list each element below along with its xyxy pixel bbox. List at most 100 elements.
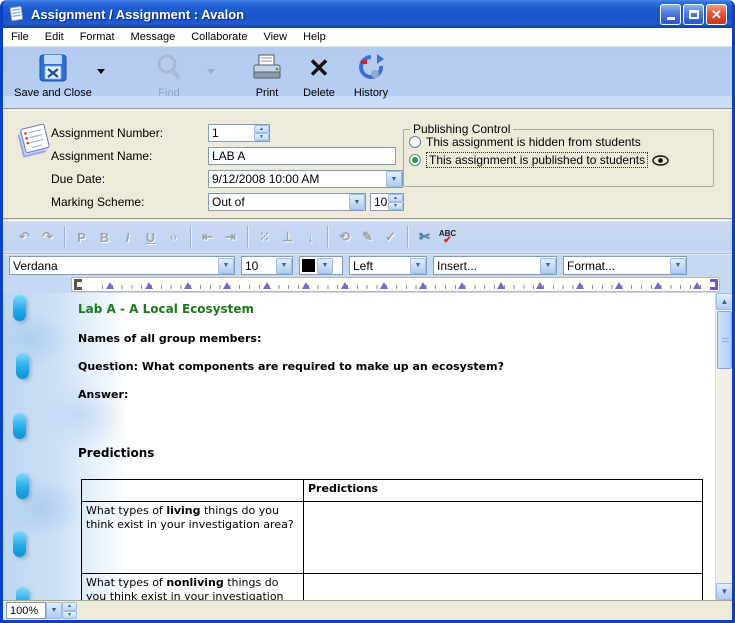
save-and-close-icon	[36, 51, 70, 85]
spellcheck-icon[interactable]: ABC	[436, 226, 459, 248]
marking-points-field[interactable]: 10 ▲▼	[370, 193, 404, 211]
vertical-scrollbar[interactable]: ▲ ▼	[715, 293, 732, 600]
font-size-combobox[interactable]: 10	[241, 256, 293, 275]
font-color-dropdown-icon[interactable]	[317, 258, 333, 274]
signature-icon[interactable]: ✄	[413, 226, 436, 248]
answer-line: Answer:	[78, 388, 128, 401]
baseline-icon[interactable]: ⊥	[276, 226, 299, 248]
font-size-dropdown-icon[interactable]	[276, 258, 292, 274]
app-icon	[8, 5, 26, 23]
format-combobox[interactable]: Format...	[563, 256, 687, 275]
font-family-combobox[interactable]: Verdana	[9, 256, 235, 275]
marking-points-spinner[interactable]: ▲▼	[388, 194, 403, 210]
living-answer-cell[interactable]	[304, 502, 703, 574]
zoom-spinner[interactable]: ▲▼	[62, 602, 77, 619]
zoom-control[interactable]: 100% ▲▼	[6, 602, 77, 619]
toolbar-separator	[247, 226, 248, 248]
move-down-icon[interactable]: ↓	[299, 226, 322, 248]
close-button[interactable]: ✕	[706, 4, 727, 25]
names-line: Names of all group members:	[78, 332, 261, 345]
right-margin-marker[interactable]	[710, 279, 718, 290]
assignment-number-field[interactable]: 1 ▲▼	[208, 124, 270, 142]
print-label: Print	[256, 87, 279, 99]
zoom-combobox[interactable]: 100%	[6, 602, 46, 619]
undo-icon[interactable]: ↶	[13, 226, 36, 248]
ruler-bar	[3, 276, 732, 293]
find-label: Find	[158, 87, 179, 99]
menu-format[interactable]: Format	[72, 29, 123, 45]
plain-style-icon[interactable]: P	[70, 226, 93, 248]
due-date-value: 9/12/2008 10:00 AM	[209, 172, 386, 186]
format-dropdown-icon[interactable]	[670, 258, 686, 274]
font-color-combobox[interactable]	[299, 256, 343, 275]
delete-icon: ✕	[308, 51, 330, 85]
insert-combobox[interactable]: Insert...	[433, 256, 557, 275]
delete-label: Delete	[303, 87, 335, 99]
pen-icon[interactable]: ✎	[356, 226, 379, 248]
assignment-name-input[interactable]	[209, 148, 395, 164]
document-editor[interactable]: Lab A - A Local Ecosystem Names of all g…	[3, 293, 732, 600]
bold-icon[interactable]: B	[93, 226, 116, 248]
formatting-toolbar: ↶ ↷ P B I U ‹› ⇤ ⇥ ⁙ ⊥ ↓ ⟲ ✎ ✓ ✄ ABC	[3, 220, 732, 254]
tab-stops-icon[interactable]: ⁙	[253, 226, 276, 248]
menu-view[interactable]: View	[255, 29, 295, 45]
marking-scheme-value: Out of	[209, 195, 349, 209]
nonliving-answer-cell[interactable]	[304, 574, 703, 601]
minimize-button[interactable]	[660, 4, 681, 25]
menu-message[interactable]: Message	[123, 29, 184, 45]
scroll-up-icon[interactable]: ▲	[716, 293, 732, 310]
menu-help[interactable]: Help	[295, 29, 334, 45]
published-radio[interactable]	[409, 154, 421, 166]
history-button[interactable]: History	[345, 51, 397, 99]
quotes-icon[interactable]: ‹›	[162, 226, 185, 248]
insert-dropdown-icon[interactable]	[540, 258, 556, 274]
menu-edit[interactable]: Edit	[37, 29, 72, 45]
menu-file[interactable]: File	[3, 29, 37, 45]
hidden-radio[interactable]	[409, 136, 421, 148]
scrollbar-thumb[interactable]	[717, 311, 732, 369]
alignment-combobox[interactable]: Left	[349, 256, 427, 275]
table-row: What types of living things do you think…	[82, 502, 703, 574]
title-bar: Assignment / Assignment : Avalon ✕	[0, 0, 735, 28]
indent-icon[interactable]: ⇥	[219, 226, 242, 248]
application-window: Assignment / Assignment : Avalon ✕ File …	[0, 0, 735, 623]
redo-icon[interactable]: ↷	[36, 226, 59, 248]
menu-collaborate[interactable]: Collaborate	[183, 29, 255, 45]
find-options-caret	[207, 69, 215, 74]
zoom-dropdown-icon[interactable]	[46, 602, 62, 619]
save-and-close-button[interactable]: Save and Close	[11, 51, 95, 99]
due-date-dropdown-icon[interactable]	[386, 171, 402, 187]
published-option-row[interactable]: This assignment is published to students	[409, 151, 708, 169]
living-question-cell: What types of living things do you think…	[82, 502, 304, 574]
marking-scheme-combobox[interactable]: Out of	[208, 193, 366, 211]
revert-icon[interactable]: ⟲	[333, 226, 356, 248]
font-family-dropdown-icon[interactable]	[218, 258, 234, 274]
table-row: What types of nonliving things do you th…	[82, 574, 703, 601]
assignment-number-spinner[interactable]: ▲▼	[254, 125, 269, 141]
approve-icon[interactable]: ✓	[379, 226, 402, 248]
find-button[interactable]: Find	[133, 51, 205, 99]
italic-icon[interactable]: I	[116, 226, 139, 248]
ruler[interactable]	[71, 277, 720, 292]
save-and-close-label: Save and Close	[14, 87, 92, 99]
alignment-dropdown-icon[interactable]	[410, 258, 426, 274]
scroll-down-icon[interactable]: ▼	[716, 583, 732, 600]
assignment-number-value: 1	[209, 126, 254, 140]
preview-eye-icon[interactable]	[652, 155, 669, 166]
due-date-combobox[interactable]: 9/12/2008 10:00 AM	[208, 170, 403, 188]
header-cell-predictions: Predictions	[304, 480, 703, 502]
toolbar-separator	[327, 226, 328, 248]
due-date-label: Due Date:	[51, 172, 208, 186]
maximize-button[interactable]	[683, 4, 704, 25]
underline-icon[interactable]: U	[139, 226, 162, 248]
outdent-icon[interactable]: ⇤	[196, 226, 219, 248]
print-button[interactable]: Print	[241, 51, 293, 99]
format-value: Format...	[564, 259, 670, 273]
marking-scheme-label: Marking Scheme:	[51, 195, 208, 209]
save-options-caret[interactable]	[97, 69, 105, 74]
delete-button[interactable]: ✕ Delete	[293, 51, 345, 99]
toolbar-separator	[64, 226, 65, 248]
marking-scheme-dropdown-icon[interactable]	[349, 194, 365, 210]
hidden-radio-label: This assignment is hidden from students	[426, 135, 641, 149]
left-margin-marker[interactable]	[74, 279, 82, 290]
